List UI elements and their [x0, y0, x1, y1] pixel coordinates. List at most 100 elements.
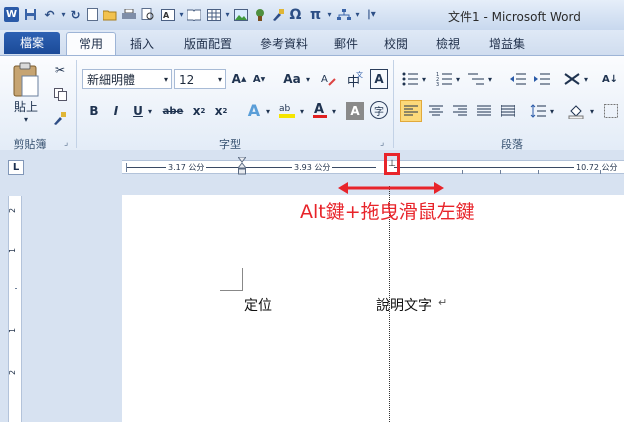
font-size-dropdown-icon[interactable]: ▾	[218, 70, 222, 90]
smartart-icon[interactable]	[336, 7, 351, 22]
undo-icon[interactable]: ↶	[42, 7, 57, 22]
grow-font-icon[interactable]: A ▲	[230, 69, 248, 89]
enclose-characters-icon[interactable]: 字	[370, 101, 388, 119]
copy-icon[interactable]	[52, 86, 68, 102]
change-case-dropdown-icon[interactable]: ▾	[304, 69, 312, 89]
font-size-value: 12	[179, 73, 195, 87]
shrink-font-icon[interactable]: A ▼	[250, 69, 268, 89]
text-box-icon[interactable]: A	[160, 7, 175, 22]
vertical-ruler[interactable]: 2 1 1 2	[8, 196, 22, 422]
font-color-icon[interactable]: A	[310, 100, 330, 120]
svg-text:A: A	[314, 102, 324, 117]
tab-mailings[interactable]: 郵件	[328, 33, 364, 55]
group-divider	[393, 60, 394, 148]
multilevel-list-icon[interactable]	[466, 69, 486, 89]
highlight-dropdown-icon[interactable]: ▾	[298, 102, 306, 120]
align-center-icon[interactable]	[426, 100, 446, 122]
font-size-box[interactable]: 12 ▾	[174, 69, 226, 89]
bullets-dropdown-icon[interactable]: ▾	[420, 69, 428, 89]
change-case-button[interactable]: Aa	[280, 69, 304, 89]
text-effects-icon[interactable]: A	[244, 100, 264, 120]
tab-file[interactable]: 檔案	[4, 32, 60, 54]
svg-text:文: 文	[356, 70, 363, 79]
save-icon[interactable]	[23, 7, 38, 22]
new-document-icon[interactable]	[85, 7, 100, 22]
numbering-dropdown-icon[interactable]: ▾	[454, 69, 462, 89]
open-folder-icon[interactable]	[102, 7, 117, 22]
font-name-value: 新細明體	[87, 73, 136, 87]
font-name-box[interactable]: 新細明體 ▾	[82, 69, 172, 89]
paste-dropdown-icon[interactable]: ▾	[16, 114, 36, 124]
shading-dropdown-icon[interactable]: ▾	[588, 100, 596, 122]
bold-icon[interactable]: B	[86, 102, 102, 120]
equation-dropdown-icon[interactable]: ▾	[322, 7, 337, 22]
character-border-icon[interactable]: A	[370, 69, 388, 89]
ruler-measure-label: 10.72 公分	[574, 162, 620, 173]
font-dialog-launcher-icon[interactable]: ⌟	[380, 138, 384, 148]
justify-icon[interactable]	[474, 100, 494, 122]
equation-pi-icon[interactable]: π	[308, 7, 323, 23]
multilevel-list-dropdown-icon[interactable]: ▾	[486, 69, 494, 89]
subscript-icon[interactable]: x2	[190, 102, 208, 120]
print-icon[interactable]	[121, 7, 136, 22]
book-icon[interactable]	[186, 7, 201, 22]
picture-icon[interactable]	[233, 7, 248, 22]
vruler-number: 1	[8, 327, 18, 334]
asian-layout-dropdown-icon[interactable]: ▾	[582, 69, 590, 89]
underline-icon[interactable]: U	[130, 102, 146, 120]
horizontal-ruler[interactable]: 3.17 公分 3.93 公分 10.72 公分	[122, 160, 624, 174]
decrease-indent-icon[interactable]	[508, 69, 528, 89]
ruler-tick	[15, 288, 17, 289]
align-right-icon[interactable]	[450, 100, 470, 122]
customize-qat-icon[interactable]: |▾	[364, 7, 379, 22]
phonetic-guide-icon[interactable]: 中文	[346, 69, 364, 89]
smartart-dropdown-icon[interactable]: ▾	[350, 7, 365, 22]
paste-button-label[interactable]: 貼上	[8, 98, 44, 114]
text-effects-dropdown-icon[interactable]: ▾	[264, 102, 272, 120]
clip-art-icon[interactable]	[252, 7, 267, 22]
distributed-icon[interactable]	[498, 100, 518, 122]
align-left-icon[interactable]	[400, 100, 422, 122]
character-shading-icon[interactable]: A	[346, 102, 364, 120]
underline-dropdown-icon[interactable]: ▾	[146, 102, 154, 120]
font-name-dropdown-icon[interactable]: ▾	[164, 70, 168, 90]
highlight-icon[interactable]: ab	[276, 100, 298, 120]
bullets-icon[interactable]	[400, 69, 420, 89]
document-page[interactable]	[122, 195, 624, 422]
italic-icon[interactable]: I	[108, 102, 124, 120]
tab-view[interactable]: 檢視	[430, 33, 466, 55]
tab-references[interactable]: 參考資料	[252, 33, 316, 55]
print-preview-icon[interactable]	[140, 7, 155, 22]
asian-layout-icon[interactable]	[562, 69, 582, 89]
decimal-tab-stop-icon[interactable]: ⊥	[387, 158, 397, 170]
indent-marker-icon[interactable]	[236, 156, 248, 177]
font-color-dropdown-icon[interactable]: ▾	[330, 102, 338, 120]
tab-stop-selector[interactable]: L	[8, 160, 24, 175]
increase-indent-icon[interactable]	[532, 69, 552, 89]
table-icon[interactable]	[206, 7, 221, 22]
sort-icon[interactable]: A↓	[600, 69, 620, 89]
format-painter-qat-icon[interactable]	[270, 7, 285, 22]
paste-icon[interactable]	[10, 60, 44, 100]
line-spacing-icon[interactable]	[528, 100, 548, 122]
clear-formatting-icon[interactable]: A	[320, 69, 338, 89]
svg-text:A: A	[163, 11, 170, 20]
ruler-measure-label: 3.17 公分	[166, 162, 207, 173]
tab-review[interactable]: 校閱	[378, 33, 414, 55]
tab-page-layout[interactable]: 版面配置	[176, 33, 240, 55]
symbol-omega-icon[interactable]: Ω	[288, 7, 303, 23]
redo-icon[interactable]: ↻	[68, 7, 83, 22]
word-app-icon[interactable]: W	[4, 7, 19, 22]
cut-scissors-icon[interactable]: ✂	[52, 62, 68, 78]
line-spacing-dropdown-icon[interactable]: ▾	[548, 100, 556, 122]
shading-bucket-icon[interactable]	[566, 100, 586, 122]
tab-add-ins[interactable]: 增益集	[482, 33, 532, 55]
strikethrough-icon[interactable]: abe	[162, 102, 184, 120]
clipboard-dialog-launcher-icon[interactable]: ⌟	[64, 138, 68, 148]
borders-icon[interactable]	[602, 100, 620, 122]
numbering-icon[interactable]: 123	[434, 69, 454, 89]
tab-insert[interactable]: 插入	[122, 33, 162, 55]
superscript-icon[interactable]: x2	[212, 102, 230, 120]
tab-home[interactable]: 常用	[66, 32, 116, 57]
format-painter-icon[interactable]	[52, 110, 68, 126]
